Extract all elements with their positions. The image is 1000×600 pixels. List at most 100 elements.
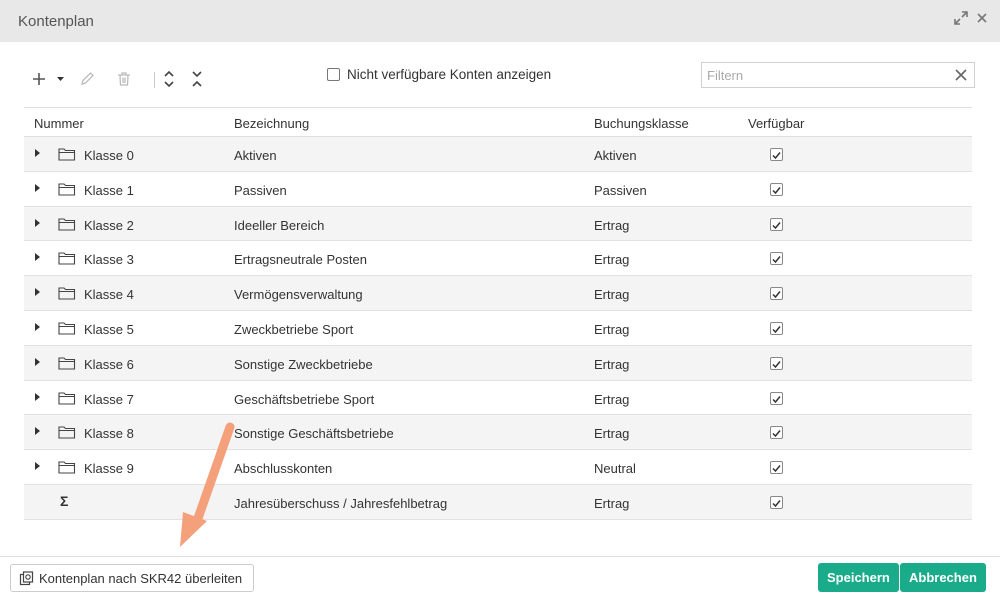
checkmark-icon <box>772 326 781 334</box>
cell-nummer: Klasse 1 <box>84 182 134 198</box>
cell-bezeichnung: Geschäftsbetriebe Sport <box>234 391 375 407</box>
edit-button[interactable] <box>76 68 98 90</box>
expand-caret-icon[interactable] <box>35 253 40 262</box>
table-row[interactable]: Klasse 8 Sonstige Geschäftsbetriebe Ertrag <box>24 415 972 451</box>
table-row[interactable]: Klasse 4 Vermögensverwaltung Ertrag <box>24 276 972 311</box>
save-button[interactable]: Speichern <box>818 563 899 592</box>
expand-caret-icon[interactable] <box>35 392 40 401</box>
filter-input[interactable] <box>702 63 942 87</box>
available-checkbox[interactable] <box>770 252 783 266</box>
table-row[interactable]: Klasse 0 Aktiven Aktiven <box>24 137 972 172</box>
expand-caret-icon[interactable] <box>35 462 40 471</box>
folder-icon <box>58 148 76 161</box>
expand-caret-icon[interactable] <box>35 288 40 297</box>
column-header-buchungsklasse[interactable]: Buchungsklasse <box>594 116 689 131</box>
expand-caret-icon[interactable] <box>35 183 40 192</box>
checkmark-icon <box>772 186 781 194</box>
chevrons-collapse-icon <box>192 71 202 87</box>
column-header-bezeichnung[interactable]: Bezeichnung <box>234 116 309 131</box>
trash-icon <box>118 72 130 86</box>
window-controls <box>954 11 988 27</box>
available-checkbox[interactable] <box>770 391 783 405</box>
table-row[interactable]: Klasse 9 Abschlusskonten Neutral <box>24 450 972 485</box>
collapse-all-button[interactable] <box>186 68 208 90</box>
checkmark-icon <box>772 152 781 160</box>
expand-icon[interactable] <box>954 11 968 27</box>
cancel-button[interactable]: Abbrechen <box>900 563 986 592</box>
cell-buchungsklasse: Passiven <box>594 182 647 198</box>
add-button[interactable] <box>32 68 68 90</box>
expand-all-button[interactable] <box>158 68 180 90</box>
cell-buchungsklasse: Neutral <box>594 461 636 477</box>
cell-nummer: Klasse 0 <box>84 148 134 163</box>
available-checkbox[interactable] <box>770 182 783 196</box>
available-checkbox[interactable] <box>770 461 783 475</box>
cell-nummer: Klasse 8 <box>84 426 134 442</box>
table-row[interactable]: Klasse 2 Ideeller Bereich Ertrag <box>24 206 972 242</box>
available-checkbox[interactable] <box>770 321 783 335</box>
toolbar: Nicht verfügbare Konten anzeigen <box>4 42 996 106</box>
available-checkbox[interactable] <box>770 495 783 509</box>
cell-bezeichnung: Abschlusskonten <box>234 461 333 477</box>
checkmark-icon <box>772 430 781 438</box>
show-unavailable-toggle[interactable]: Nicht verfügbare Konten anzeigen <box>327 67 551 82</box>
table-row[interactable]: Klasse 3 Ertragsneutrale Posten Ertrag <box>24 241 972 277</box>
chevrons-expand-icon <box>164 70 174 88</box>
available-checkbox[interactable] <box>770 426 783 440</box>
migrate-icon <box>19 571 34 586</box>
show-unavailable-checkbox[interactable] <box>327 68 340 81</box>
cell-buchungsklasse: Ertrag <box>594 356 630 372</box>
cell-buchungsklasse: Ertrag <box>594 391 630 407</box>
available-checkbox[interactable] <box>770 356 783 370</box>
checkmark-icon <box>772 465 781 473</box>
checkmark-icon <box>772 256 781 264</box>
cell-buchungsklasse: Ertrag <box>594 287 630 303</box>
expand-caret-icon[interactable] <box>35 218 40 227</box>
kontenplan-dialog: Kontenplan Nicht verfügbare Konten anzei… <box>0 0 1000 600</box>
available-checkbox[interactable] <box>770 148 783 161</box>
column-header-nummer[interactable]: Nummer <box>34 116 84 131</box>
cell-buchungsklasse: Ertrag <box>594 495 630 511</box>
cell-bezeichnung: Ideeller Bereich <box>234 217 325 233</box>
cell-nummer: Klasse 2 <box>84 217 134 233</box>
cell-buchungsklasse: Aktiven <box>594 148 637 163</box>
migrate-skr42-label: Kontenplan nach SKR42 überleiten <box>39 570 243 586</box>
dialog-footer: Kontenplan nach SKR42 überleiten Speiche… <box>0 556 1000 600</box>
checkmark-icon <box>772 395 781 403</box>
cell-bezeichnung: Aktiven <box>234 148 277 163</box>
title-bar: Kontenplan <box>0 0 1000 42</box>
available-checkbox[interactable] <box>770 217 783 231</box>
available-checkbox[interactable] <box>770 287 783 301</box>
grid-header: Nummer Bezeichnung Buchungsklasse Verfüg… <box>24 107 972 137</box>
table-row[interactable]: Klasse 1 Passiven Passiven <box>24 171 972 207</box>
close-icon[interactable] <box>976 12 988 26</box>
table-row[interactable]: Σ Jahresüberschuss / Jahresfehlbetrag Ertr… <box>24 484 972 520</box>
cell-bezeichnung: Sonstige Zweckbetriebe <box>234 356 373 372</box>
column-header-verfuegbar[interactable]: Verfügbar <box>748 116 804 131</box>
folder-icon <box>58 252 76 265</box>
migrate-skr42-button[interactable]: Kontenplan nach SKR42 überleiten <box>10 564 255 592</box>
table-row[interactable]: Klasse 5 Zweckbetriebe Sport Ertrag <box>24 310 972 346</box>
cell-nummer: Klasse 7 <box>84 391 134 407</box>
cell-bezeichnung: Ertragsneutrale Posten <box>234 252 367 268</box>
table-row[interactable]: Klasse 7 Geschäftsbetriebe Sport Ertrag <box>24 380 972 416</box>
folder-icon <box>58 357 76 370</box>
expand-caret-icon[interactable] <box>35 322 40 331</box>
filter-field <box>701 62 975 88</box>
folder-icon <box>58 218 76 231</box>
cell-bezeichnung: Sonstige Geschäftsbetriebe <box>234 426 394 442</box>
accounts-grid: Nummer Bezeichnung Buchungsklasse Verfüg… <box>24 107 972 520</box>
checkmark-icon <box>772 499 781 508</box>
folder-icon <box>58 183 76 196</box>
delete-button[interactable] <box>113 68 135 90</box>
expand-icon-svg <box>954 11 968 25</box>
cell-nummer: Klasse 6 <box>84 356 134 372</box>
table-row[interactable]: Klasse 6 Sonstige Zweckbetriebe Ertrag <box>24 345 972 381</box>
folder-icon <box>58 426 76 439</box>
expand-caret-icon[interactable] <box>35 149 40 157</box>
cell-bezeichnung: Jahresüberschuss / Jahresfehlbetrag <box>234 495 448 511</box>
expand-caret-icon[interactable] <box>35 427 40 436</box>
clear-filter-icon[interactable] <box>954 68 968 82</box>
dialog-content: Nicht verfügbare Konten anzeigen Nummer … <box>4 42 996 556</box>
expand-caret-icon[interactable] <box>35 357 40 366</box>
